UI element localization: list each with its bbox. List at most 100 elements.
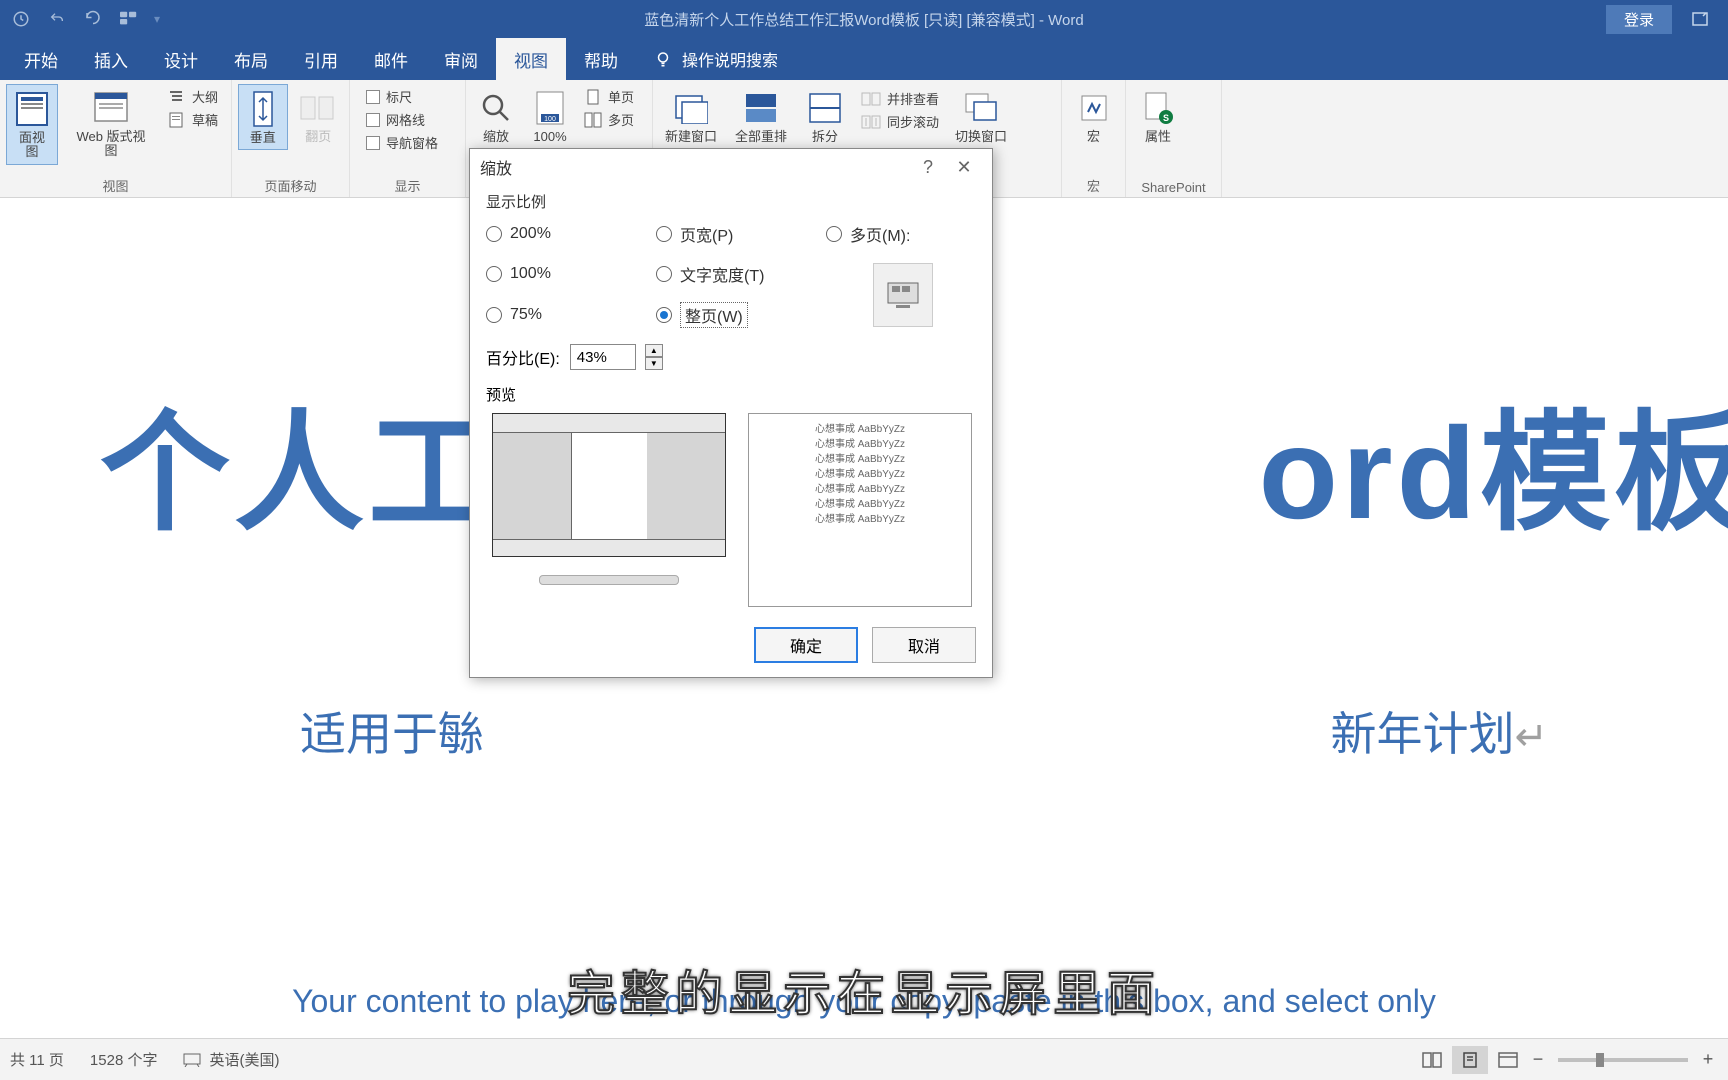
arrange-all-icon — [744, 92, 778, 124]
status-language-icon[interactable] — [183, 1053, 201, 1067]
monitor-grid-icon — [886, 281, 920, 309]
paragraph-mark-icon: ↵ — [1514, 715, 1548, 759]
zoom-out-button[interactable]: − — [1528, 1049, 1548, 1070]
dialog-help-button[interactable]: ? — [910, 157, 946, 178]
vertical-icon — [248, 90, 278, 128]
tab-help[interactable]: 帮助 — [566, 38, 636, 80]
undo-icon[interactable] — [46, 8, 68, 30]
radio-whole-page[interactable]: 整页(W) — [656, 302, 826, 328]
preview-monitor — [486, 413, 732, 603]
tab-insert[interactable]: 插入 — [76, 38, 146, 80]
radio-text-width[interactable]: 文字宽度(T) — [656, 262, 826, 286]
read-mode-icon — [1422, 1052, 1442, 1068]
ribbon-display-options-icon[interactable] — [1680, 4, 1720, 34]
show-group-label: 显示 — [356, 174, 459, 195]
properties-button[interactable]: S属性 — [1132, 84, 1184, 148]
tab-layout[interactable]: 布局 — [216, 38, 286, 80]
draft-button[interactable]: 草稿 — [164, 109, 222, 130]
switch-window-button[interactable]: 切换窗口 — [949, 84, 1013, 148]
redo-icon[interactable] — [82, 8, 104, 30]
outline-icon — [168, 89, 186, 105]
tab-start[interactable]: 开始 — [6, 38, 76, 80]
side-by-side-icon — [861, 92, 881, 106]
status-language[interactable]: 英语(美国) — [209, 1049, 279, 1070]
preview-text-box: 心想事成 AaBbYyZz 心想事成 AaBbYyZz 心想事成 AaBbYyZ… — [748, 413, 972, 607]
tab-view[interactable]: 视图 — [496, 38, 566, 80]
many-pages-picker[interactable] — [873, 263, 933, 327]
tell-me-label: 操作说明搜索 — [682, 47, 778, 71]
web-layout-icon — [1498, 1052, 1518, 1068]
arrange-all-button[interactable]: 全部重排 — [729, 84, 793, 148]
sharepoint-group-label: SharePoint — [1132, 178, 1215, 195]
ok-button[interactable]: 确定 — [754, 627, 858, 663]
hundred-label: 100% — [533, 130, 566, 144]
tell-me-search[interactable]: 操作说明搜索 — [654, 38, 778, 80]
flip-label: 翻页 — [305, 130, 331, 144]
split-button[interactable]: 拆分 — [799, 84, 851, 148]
flip-button: 翻页 — [294, 84, 343, 148]
lightbulb-icon — [654, 50, 672, 68]
page-view-icon — [15, 91, 49, 127]
hundred-icon: 100 — [533, 90, 567, 126]
dialog-close-button[interactable]: ✕ — [946, 157, 982, 178]
document-title: 蓝色清新个人工作总结工作汇报Word模板 [只读] [兼容模式] - Word — [644, 9, 1083, 30]
multi-page-button[interactable]: 多页 — [580, 109, 638, 130]
checkbox-icon — [366, 113, 380, 127]
page-move-group-label: 页面移动 — [238, 174, 343, 195]
gridlines-checkbox[interactable]: 网格线 — [362, 109, 442, 130]
svg-text:S: S — [1163, 113, 1169, 123]
radio-many-pages[interactable]: 多页(M): — [826, 222, 976, 246]
new-window-button[interactable]: 新建窗口 — [659, 84, 723, 148]
tab-references[interactable]: 引用 — [286, 38, 356, 80]
split-icon — [808, 92, 842, 124]
radio-75[interactable]: 75% — [486, 306, 656, 324]
preview-label: 预览 — [486, 384, 976, 405]
hundred-percent-button[interactable]: 100 100% — [526, 84, 574, 148]
page-view-label: 面视图 — [13, 131, 51, 160]
macros-icon — [1078, 92, 1110, 124]
zoom-in-button[interactable]: + — [1698, 1049, 1718, 1070]
touch-mode-icon[interactable] — [118, 8, 140, 30]
status-words[interactable]: 1528 个字 — [90, 1049, 158, 1070]
display-ratio-label: 显示比例 — [486, 191, 976, 212]
flip-icon — [299, 93, 337, 123]
checkbox-icon — [366, 136, 380, 150]
zoom-slider[interactable] — [1558, 1058, 1688, 1062]
percent-label: 百分比(E): — [486, 345, 560, 369]
web-view-label: Web 版式视图 — [70, 130, 152, 159]
web-layout-button[interactable] — [1490, 1046, 1526, 1074]
side-by-side-button: 并排查看 — [857, 88, 943, 109]
print-layout-icon — [1461, 1052, 1479, 1068]
tab-review[interactable]: 审阅 — [426, 38, 496, 80]
sync-scroll-button: 同步滚动 — [857, 111, 943, 132]
zoom-label: 缩放 — [483, 130, 509, 144]
tab-mail[interactable]: 邮件 — [356, 38, 426, 80]
status-pages[interactable]: 共 11 页 — [10, 1049, 64, 1070]
cancel-button[interactable]: 取消 — [872, 627, 976, 663]
radio-200[interactable]: 200% — [486, 225, 656, 243]
one-page-button[interactable]: 单页 — [580, 86, 638, 107]
spinner-up[interactable]: ▲ — [645, 344, 663, 357]
vertical-button[interactable]: 垂直 — [238, 84, 288, 150]
zoom-button[interactable]: 缩放 — [472, 84, 520, 148]
radio-100[interactable]: 100% — [486, 265, 656, 283]
autosave-icon[interactable] — [10, 8, 32, 30]
quick-access-toolbar: ▾ — [0, 8, 160, 30]
spinner-down[interactable]: ▼ — [645, 357, 663, 370]
macros-button[interactable]: 宏 — [1068, 84, 1119, 148]
page-view-button[interactable]: 面视图 — [6, 84, 58, 165]
radio-page-width[interactable]: 页宽(P) — [656, 222, 826, 246]
one-page-icon — [584, 89, 602, 105]
percent-input[interactable] — [570, 344, 636, 370]
print-layout-button[interactable] — [1452, 1046, 1488, 1074]
nav-pane-checkbox[interactable]: 导航窗格 — [362, 132, 442, 153]
tab-design[interactable]: 设计 — [146, 38, 216, 80]
macros-group-label: 宏 — [1068, 174, 1119, 195]
ruler-checkbox[interactable]: 标尺 — [362, 86, 442, 107]
dialog-title: 缩放 — [480, 155, 512, 179]
read-mode-button[interactable] — [1414, 1046, 1450, 1074]
outline-button[interactable]: 大纲 — [164, 86, 222, 107]
web-view-button[interactable]: Web 版式视图 — [64, 84, 158, 163]
qat-dropdown-icon[interactable]: ▾ — [154, 12, 160, 26]
login-button[interactable]: 登录 — [1606, 5, 1672, 34]
